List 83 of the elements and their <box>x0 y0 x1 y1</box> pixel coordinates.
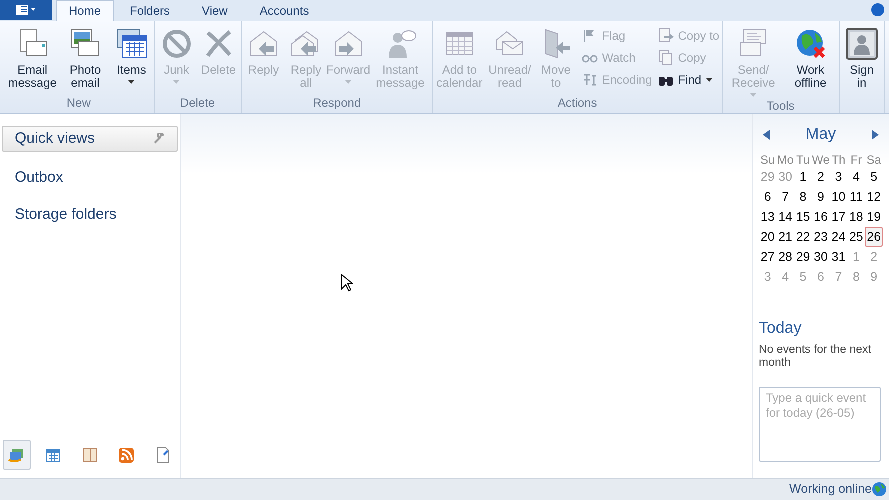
calendar-day[interactable]: 14 <box>776 207 794 227</box>
mail-icon <box>8 446 26 464</box>
ribbon-button[interactable]: Sign in <box>842 28 882 90</box>
person-icon <box>846 28 878 60</box>
calendar-day[interactable]: 6 <box>759 187 777 207</box>
calendar-day[interactable]: 31 <box>830 247 848 267</box>
calendar-day[interactable]: 28 <box>776 247 794 267</box>
ribbon-tab[interactable]: View <box>186 0 244 21</box>
calendar-day[interactable]: 15 <box>794 207 812 227</box>
calendar-icon <box>45 446 62 464</box>
today-heading: Today <box>759 319 803 339</box>
calendar-day[interactable]: 19 <box>865 207 883 227</box>
weekday-label: Tu <box>796 152 812 167</box>
documents-icon <box>658 50 674 66</box>
ribbon-button[interactable]: Work offline <box>784 28 837 90</box>
calendar-day[interactable]: 17 <box>830 207 848 227</box>
calendar-day[interactable]: 26 <box>865 227 883 247</box>
menu-icon <box>15 4 37 16</box>
group-label: Delete <box>179 95 216 112</box>
calendar-day[interactable]: 30 <box>812 247 830 267</box>
rss-feed-icon <box>118 446 136 464</box>
previous-month-button[interactable] <box>763 130 771 140</box>
group-label: Actions <box>556 95 598 112</box>
ribbon-tab[interactable]: Accounts <box>244 0 326 21</box>
ribbon-button[interactable]: Find <box>658 72 720 88</box>
month-title: May <box>804 125 838 145</box>
weekday-label: Mo <box>776 152 794 167</box>
weekday-label: Sa <box>866 152 882 167</box>
sidebar-item[interactable]: Storage folders <box>0 197 180 234</box>
left-triangle-icon <box>763 130 771 140</box>
calendar-day[interactable]: 27 <box>759 247 777 267</box>
calendar-day[interactable]: 4 <box>848 167 866 187</box>
calendar-day[interactable]: 11 <box>848 187 866 207</box>
weekday-label: Su <box>760 152 776 167</box>
calendar-day[interactable]: 21 <box>776 227 794 247</box>
calendar-day[interactable]: 2 <box>812 167 830 187</box>
calendar-icon <box>116 28 148 60</box>
next-month-button[interactable] <box>871 130 879 140</box>
calendar-day[interactable]: 20 <box>759 227 777 247</box>
calendar-day[interactable]: 25 <box>848 227 866 247</box>
address-book-icon <box>82 446 99 464</box>
ribbon-button[interactable]: Items <box>112 28 152 84</box>
app-menu-button[interactable] <box>0 0 52 20</box>
group-label: Tools <box>766 98 796 115</box>
weekday-label: Th <box>830 152 847 167</box>
calendar-day[interactable]: 9 <box>812 187 830 207</box>
calendar-day[interactable]: 23 <box>812 227 830 247</box>
character-icon <box>582 72 598 88</box>
calendar-day[interactable]: 13 <box>759 207 777 227</box>
status-text: Working online <box>790 481 872 498</box>
weekday-label: We <box>812 152 830 167</box>
no-entry-icon <box>160 28 193 60</box>
document-arrow-icon <box>658 28 674 44</box>
calendar-day[interactable]: 29 <box>794 247 812 267</box>
calendar-day[interactable]: 3 <box>830 167 848 187</box>
note-pin-icon <box>154 446 172 464</box>
weekday-label: Fr <box>850 152 864 167</box>
calendar-day[interactable]: 12 <box>865 187 883 207</box>
ribbon-button[interactable]: Photo email <box>61 28 110 90</box>
calendar-day[interactable]: 24 <box>830 227 848 247</box>
quick-event-field[interactable]: Type a quick event for today (26-05) <box>759 387 881 462</box>
quick-views-header[interactable]: Quick views <box>2 126 178 152</box>
globe-icon <box>872 482 887 497</box>
nav-button[interactable] <box>3 440 31 470</box>
sidebar-item[interactable]: Outbox <box>0 160 180 197</box>
right-triangle-icon <box>871 130 879 140</box>
group-label: New <box>66 95 92 112</box>
wrench-icon <box>153 133 165 145</box>
mouse-cursor-icon <box>341 274 353 292</box>
ribbon-button[interactable]: Email message <box>6 28 60 90</box>
calendar-day[interactable]: 1 <box>794 167 812 187</box>
calendar-day[interactable]: 10 <box>830 187 848 207</box>
globe-x-icon <box>794 28 827 60</box>
calendar-day[interactable]: 18 <box>848 207 866 227</box>
no-events-message: No events for the next month <box>759 344 873 370</box>
ribbon-tab[interactable]: Home <box>56 0 114 21</box>
calendar-day[interactable]: 5 <box>865 167 883 187</box>
calendar-day[interactable]: 7 <box>776 187 794 207</box>
ribbon-tab[interactable]: Folders <box>114 0 186 21</box>
group-label: Respond <box>312 95 362 112</box>
calendar-day[interactable]: 22 <box>794 227 812 247</box>
calendar-day[interactable]: 8 <box>794 187 812 207</box>
calendar-day[interactable]: 16 <box>812 207 830 227</box>
